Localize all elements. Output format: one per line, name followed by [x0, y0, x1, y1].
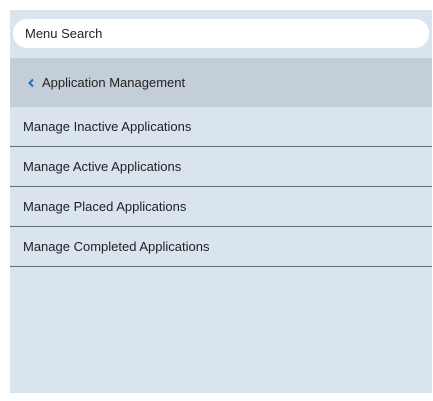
- menu-search-input[interactable]: [13, 19, 429, 48]
- menu-item-label: Manage Completed Applications: [23, 239, 210, 254]
- menu-item-manage-completed-applications[interactable]: Manage Completed Applications: [10, 227, 432, 267]
- section-title: Application Management: [42, 75, 186, 90]
- menu-item-label: Manage Inactive Applications: [23, 119, 192, 134]
- navigation-menu-panel: Application Management Manage Inactive A…: [10, 10, 432, 393]
- menu-list: Manage Inactive Applications Manage Acti…: [10, 107, 432, 267]
- menu-item-manage-placed-applications[interactable]: Manage Placed Applications: [10, 187, 432, 227]
- back-to-application-management[interactable]: Application Management: [10, 58, 432, 107]
- menu-item-label: Manage Placed Applications: [23, 199, 187, 214]
- menu-item-manage-inactive-applications[interactable]: Manage Inactive Applications: [10, 107, 432, 147]
- menu-item-label: Manage Active Applications: [23, 159, 182, 174]
- chevron-left-icon: [25, 77, 37, 89]
- menu-item-manage-active-applications[interactable]: Manage Active Applications: [10, 147, 432, 187]
